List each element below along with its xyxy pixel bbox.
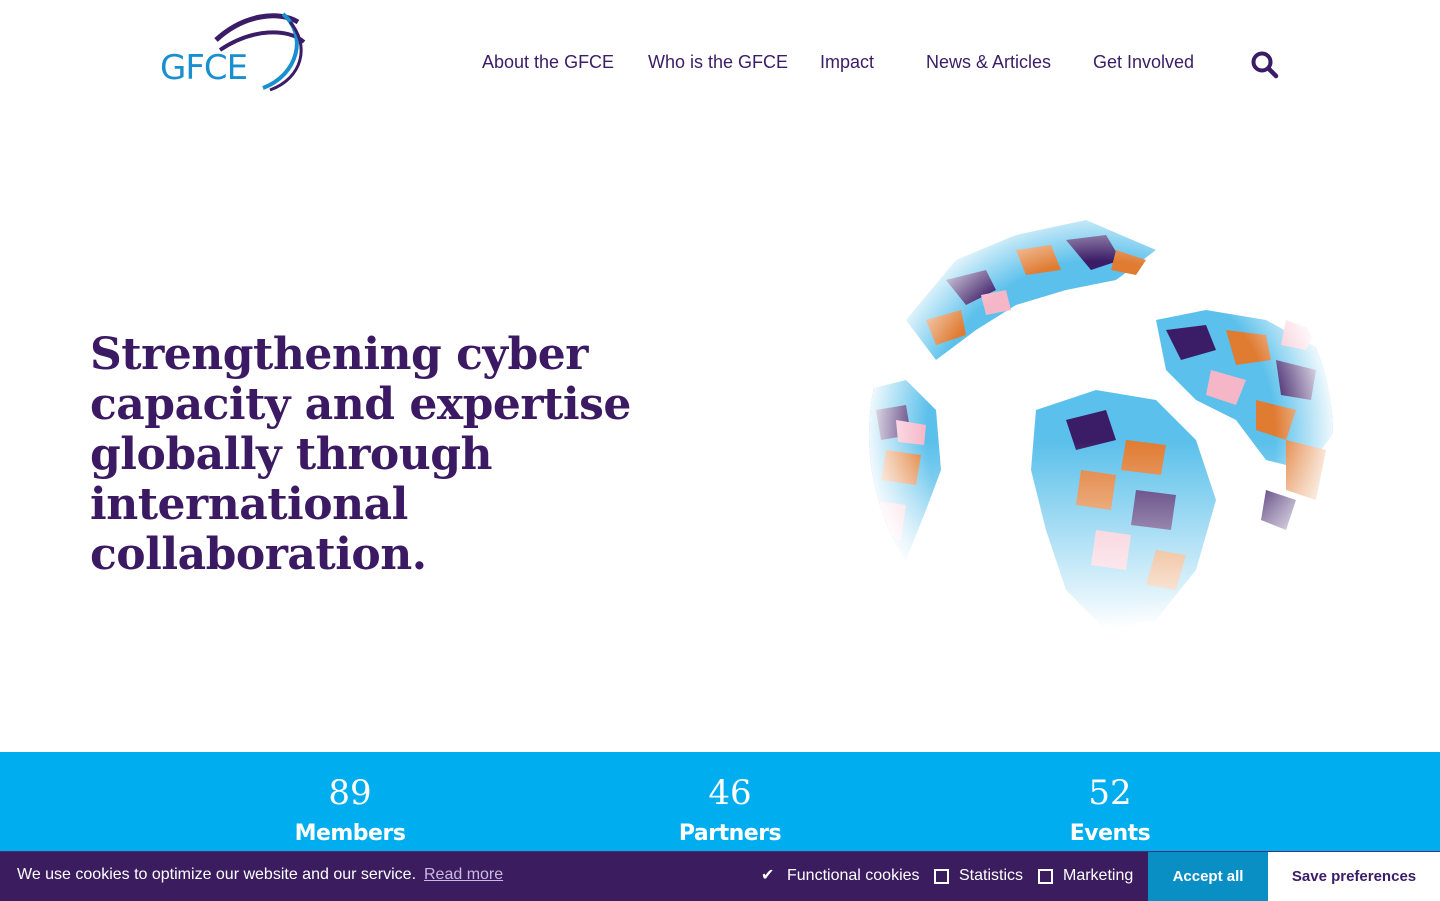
- nav-news[interactable]: News & Articles: [926, 52, 1051, 73]
- cookie-bar: We use cookies to optimize our website a…: [0, 851, 1440, 901]
- logo-wordmark: GFCE: [160, 48, 248, 88]
- site-header: GFCE About the GFCE Who is the GFCE Impa…: [0, 0, 1440, 130]
- save-preferences-button[interactable]: Save preferences: [1268, 852, 1440, 901]
- marketing-checkbox[interactable]: [1038, 869, 1053, 884]
- functional-check-icon[interactable]: ✔: [761, 865, 774, 885]
- stat-members: 89 Members: [230, 772, 470, 854]
- read-more-link[interactable]: Read more: [424, 866, 503, 884]
- gfce-logo[interactable]: GFCE: [158, 10, 310, 92]
- globe-illustration: [866, 203, 1336, 667]
- stat-value: 89: [328, 773, 372, 813]
- stat-label: Partners: [678, 821, 782, 846]
- stat-value: 52: [1088, 773, 1132, 813]
- stat-label: Members: [294, 821, 406, 846]
- marketing-option[interactable]: Marketing: [1063, 867, 1133, 885]
- hero-title: Strengthening cyber capacity and experti…: [90, 330, 750, 580]
- hero-title-line: Strengthening cyber: [90, 329, 588, 380]
- stat-events: 52 Events: [990, 772, 1230, 854]
- stat-value: 46: [708, 773, 752, 813]
- hero-title-line: capacity and expertise: [90, 379, 631, 430]
- hero-title-line: international collaboration.: [90, 479, 427, 580]
- nav-about[interactable]: About the GFCE: [482, 52, 614, 73]
- nav-impact[interactable]: Impact: [820, 52, 874, 73]
- stat-partners: 46 Partners: [610, 772, 850, 854]
- hero-title-line: globally through: [90, 429, 493, 480]
- stats-band: 89 Members 46 Partners 52 Events: [0, 752, 1440, 852]
- stat-label: Events: [1069, 821, 1151, 846]
- statistics-checkbox[interactable]: [934, 869, 949, 884]
- functional-cookies-option[interactable]: Functional cookies: [787, 867, 920, 885]
- accept-all-button[interactable]: Accept all: [1148, 852, 1268, 901]
- nav-who[interactable]: Who is the GFCE: [648, 52, 788, 73]
- statistics-option[interactable]: Statistics: [959, 867, 1023, 885]
- nav-get-involved[interactable]: Get Involved: [1093, 52, 1194, 73]
- cookie-message: We use cookies to optimize our website a…: [17, 866, 417, 883]
- search-icon[interactable]: [1250, 50, 1280, 80]
